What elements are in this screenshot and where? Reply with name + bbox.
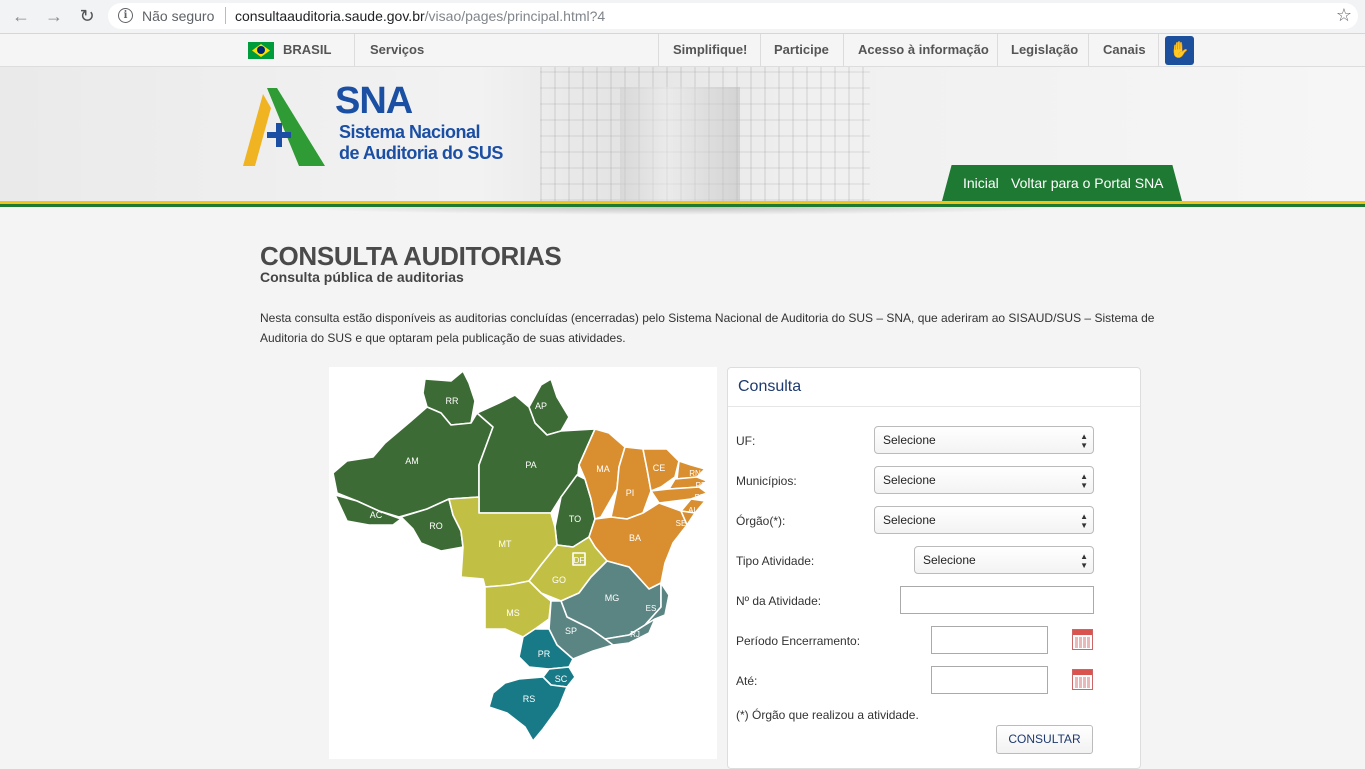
legislacao-link[interactable]: Legislação bbox=[1011, 34, 1078, 66]
ate-label: Até: bbox=[736, 674, 758, 688]
address-bar[interactable]: i Não seguro consultaauditoria.saude.gov… bbox=[108, 3, 1358, 29]
simplifique-link[interactable]: Simplifique! bbox=[673, 34, 747, 66]
state-label-mg[interactable]: MG bbox=[605, 593, 620, 603]
state-label-rj[interactable]: RJ bbox=[630, 630, 640, 639]
state-label-ac[interactable]: AC bbox=[370, 510, 383, 520]
state-label-am[interactable]: AM bbox=[405, 456, 419, 466]
calendar-icon[interactable] bbox=[1072, 629, 1093, 650]
orgao-select[interactable]: Selecione ▲ ▼ bbox=[874, 506, 1094, 534]
page-subtitle: Consulta pública de auditorias bbox=[260, 269, 464, 285]
uf-label: UF: bbox=[736, 434, 756, 448]
municipios-select[interactable]: Selecione ▲ ▼ bbox=[874, 466, 1094, 494]
back-icon[interactable]: ← bbox=[10, 5, 32, 27]
brazil-map: RR AP AM PA MA CE RN PB PE AL SE PI AC RO TO BA MT DF GO MG… bbox=[329, 367, 717, 759]
state-label-pb[interactable]: PB bbox=[696, 481, 707, 490]
intro-text: Nesta consulta estão disponíveis as audi… bbox=[260, 311, 1155, 345]
state-label-al[interactable]: AL bbox=[688, 506, 698, 515]
state-label-se[interactable]: SE bbox=[676, 519, 687, 528]
state-rs bbox=[488, 676, 568, 742]
periodo-inicio-input[interactable] bbox=[931, 626, 1048, 654]
orgao-label: Órgão(*): bbox=[736, 514, 786, 528]
state-label-go[interactable]: GO bbox=[552, 575, 566, 585]
select-arrows-icon: ▲ ▼ bbox=[1080, 472, 1088, 490]
bookmark-star-icon[interactable]: ☆ bbox=[1336, 5, 1352, 26]
logo-title[interactable]: SNA bbox=[335, 80, 413, 123]
calendar-icon[interactable] bbox=[1072, 669, 1093, 690]
logo-subtitle: Sistema Nacional de Auditoria do SUS bbox=[339, 122, 503, 163]
url-text[interactable]: consultaauditoria.saude.gov.br/visao/pag… bbox=[235, 8, 605, 24]
state-label-to[interactable]: TO bbox=[569, 514, 581, 524]
gov-bar: BRASIL Serviços Simplifique! Participe A… bbox=[0, 34, 1365, 67]
state-label-rs[interactable]: RS bbox=[523, 694, 536, 704]
forward-icon[interactable]: → bbox=[43, 5, 65, 27]
state-label-ap[interactable]: AP bbox=[535, 401, 547, 411]
insecure-label: Não seguro bbox=[142, 8, 215, 24]
state-label-ma[interactable]: MA bbox=[596, 464, 610, 474]
state-label-sc[interactable]: SC bbox=[555, 674, 568, 684]
select-arrows-icon: ▲ ▼ bbox=[1080, 552, 1088, 570]
inicial-link[interactable]: Inicial bbox=[963, 175, 999, 191]
select-arrows-icon: ▲ ▼ bbox=[1080, 432, 1088, 450]
browser-toolbar: ← → ↻ i Não seguro consultaauditoria.sau… bbox=[0, 0, 1365, 34]
tipo-atividade-label: Tipo Atividade: bbox=[736, 554, 815, 568]
sna-logo-icon[interactable] bbox=[243, 86, 327, 168]
participe-link[interactable]: Participe bbox=[774, 34, 829, 66]
required-note: (*) Órgão que realizou a atividade. bbox=[736, 708, 919, 722]
periodo-encerramento-label: Período Encerramento: bbox=[736, 634, 861, 648]
acesso-informacao-link[interactable]: Acesso à informação bbox=[858, 34, 989, 66]
state-label-rr[interactable]: RR bbox=[446, 396, 459, 406]
servicos-link[interactable]: Serviços bbox=[370, 34, 424, 66]
brasil-link[interactable]: BRASIL bbox=[283, 34, 331, 66]
state-label-es[interactable]: ES bbox=[646, 604, 657, 613]
panel-header: Consulta bbox=[728, 368, 1140, 407]
state-label-ro[interactable]: RO bbox=[429, 521, 443, 531]
page-title: CONSULTA AUDITORIAS bbox=[260, 241, 562, 271]
select-arrows-icon: ▲ ▼ bbox=[1080, 512, 1088, 530]
state-label-df[interactable]: DF bbox=[574, 556, 585, 565]
state-label-pi[interactable]: PI bbox=[626, 488, 635, 498]
address-separator bbox=[225, 7, 226, 24]
panel-title: Consulta bbox=[738, 378, 802, 395]
state-label-pr[interactable]: PR bbox=[538, 649, 551, 659]
consultar-button[interactable]: CONSULTAR bbox=[996, 725, 1093, 754]
municipios-label: Municípios: bbox=[736, 474, 797, 488]
tipo-atividade-select[interactable]: Selecione ▲ ▼ bbox=[914, 546, 1094, 574]
reload-icon[interactable]: ↻ bbox=[76, 5, 98, 27]
accessibility-icon[interactable]: ✋ bbox=[1165, 36, 1194, 65]
state-label-pa[interactable]: PA bbox=[525, 460, 536, 470]
info-icon[interactable]: i bbox=[118, 8, 133, 23]
state-label-mt[interactable]: MT bbox=[499, 539, 512, 549]
uf-select[interactable]: Selecione ▲ ▼ bbox=[874, 426, 1094, 454]
state-label-rn[interactable]: RN bbox=[689, 469, 701, 478]
state-label-ce[interactable]: CE bbox=[653, 463, 666, 473]
state-label-pe[interactable]: PE bbox=[695, 493, 706, 502]
brazil-flag-icon[interactable] bbox=[248, 42, 274, 59]
canais-link[interactable]: Canais bbox=[1103, 34, 1146, 66]
numero-atividade-label: Nº da Atividade: bbox=[736, 594, 822, 608]
state-label-ba[interactable]: BA bbox=[629, 533, 641, 543]
numero-atividade-input[interactable] bbox=[900, 586, 1094, 614]
state-label-ms[interactable]: MS bbox=[506, 608, 520, 618]
state-label-sp[interactable]: SP bbox=[565, 626, 577, 636]
voltar-portal-link[interactable]: Voltar para o Portal SNA bbox=[1011, 175, 1164, 191]
periodo-fim-input[interactable] bbox=[931, 666, 1048, 694]
